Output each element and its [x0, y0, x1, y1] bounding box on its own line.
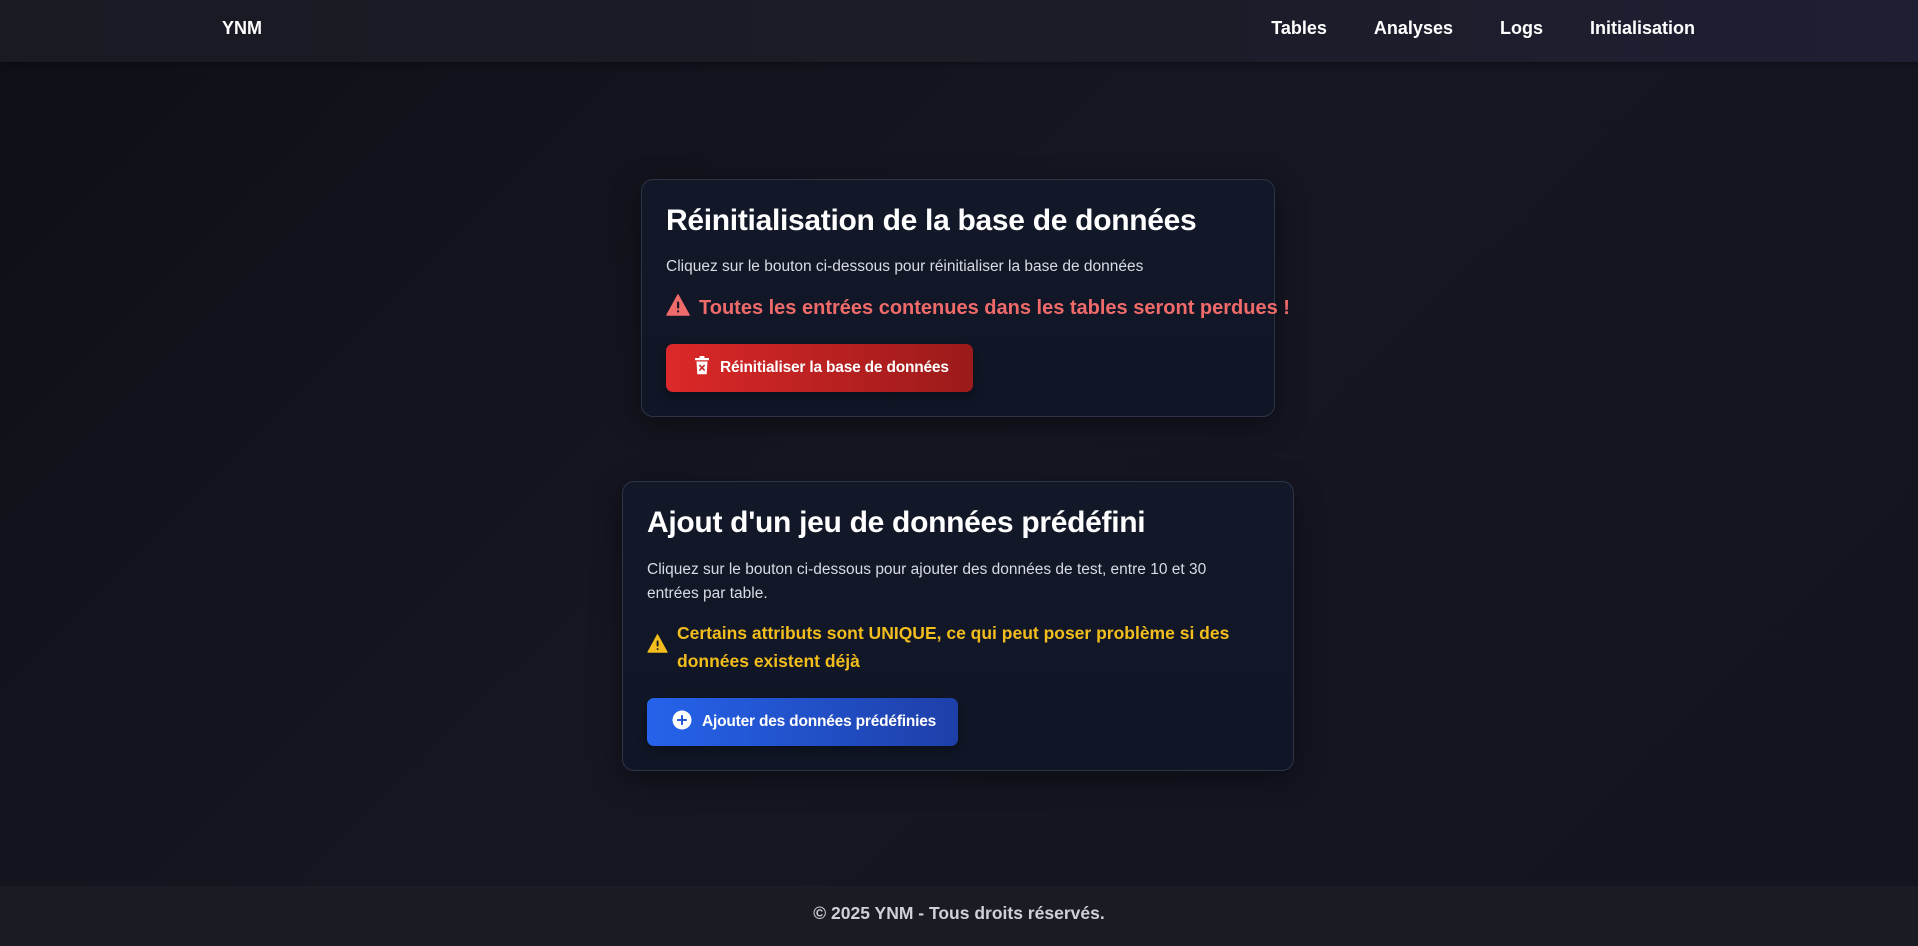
plus-circle-icon [672, 710, 692, 735]
reset-database-button[interactable]: Réinitialiser la base de données [666, 344, 973, 392]
brand-logo[interactable]: YNM [222, 18, 262, 39]
footer: © 2025 YNM - Tous droits réservés. [0, 886, 1918, 946]
seed-card-title: Ajout d'un jeu de données prédéfini [647, 506, 1146, 539]
reset-warning-text: Toutes les entrées contenues dans les ta… [699, 296, 1290, 319]
reset-database-button-label: Réinitialiser la base de données [720, 359, 949, 376]
warning-triangle-icon [666, 294, 690, 322]
seed-warning-text: Certains attributs sont UNIQUE, ce qui p… [677, 623, 1230, 671]
nav-links: Tables Analyses Logs Initialisation [1271, 18, 1695, 39]
footer-copyright: © 2025 YNM - Tous droits réservés. [813, 902, 1105, 923]
nav-link-tables[interactable]: Tables [1271, 18, 1327, 39]
reset-card-title: Réinitialisation de la base de données [666, 204, 1197, 237]
reset-database-card: Réinitialisation de la base de données C… [641, 179, 1290, 417]
reset-warning: Toutes les entrées contenues dans les ta… [666, 294, 1290, 322]
seed-data-card: Ajout d'un jeu de données prédéfini Cliq… [622, 481, 1294, 771]
warning-triangle-icon [647, 633, 668, 661]
nav-link-analyses[interactable]: Analyses [1374, 18, 1453, 39]
reset-card-description: Cliquez sur le bouton ci-dessous pour ré… [666, 258, 1144, 275]
add-predefined-data-button-label: Ajouter des données prédéfinies [702, 713, 937, 730]
seed-card-description: Cliquez sur le bouton ci-dessous pour aj… [647, 561, 1207, 602]
navbar: YNM Tables Analyses Logs Initialisation [0, 0, 1918, 62]
seed-warning: Certains attributs sont UNIQUE, ce qui p… [647, 619, 1247, 675]
trash-icon [694, 356, 710, 380]
nav-link-logs[interactable]: Logs [1500, 18, 1543, 39]
add-predefined-data-button[interactable]: Ajouter des données prédéfinies [647, 698, 958, 746]
nav-link-initialisation[interactable]: Initialisation [1590, 18, 1695, 39]
